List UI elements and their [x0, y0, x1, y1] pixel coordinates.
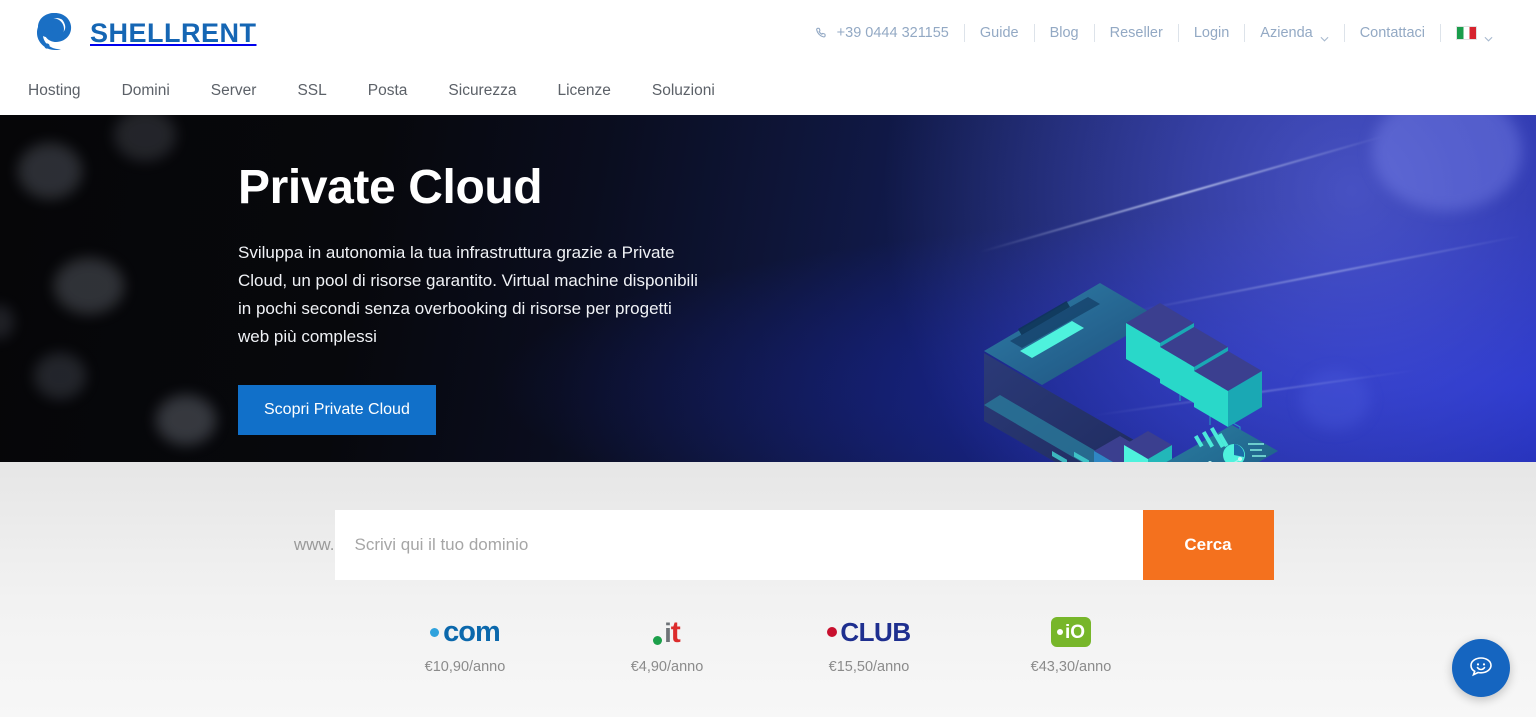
nav-item-soluzioni[interactable]: Soluzioni	[652, 82, 715, 100]
logo-text: SHELLRENT	[90, 17, 257, 48]
tld-item-club[interactable]: CLUB €15,50/anno	[814, 617, 924, 675]
tld-price-it: €4,90/anno	[630, 659, 704, 675]
dot-icon	[827, 627, 838, 637]
nav-item-domini[interactable]: Domini	[122, 82, 170, 100]
tld-price-com: €10,90/anno	[424, 659, 506, 675]
hero-title: Private Cloud	[238, 161, 543, 214]
nav-item-server[interactable]: Server	[211, 82, 257, 100]
tld-logo-io: iO	[1051, 617, 1091, 647]
utility-link-azienda[interactable]: Azienda	[1245, 25, 1343, 42]
language-selector[interactable]	[1441, 26, 1508, 42]
dot-icon	[653, 636, 663, 645]
hero-subtitle: Sviluppa in autonomia la tua infrastrutt…	[238, 243, 698, 347]
hero-content: Private Cloud Sviluppa in autonomia la t…	[0, 115, 700, 436]
nav-item-sicurezza[interactable]: Sicurezza	[448, 82, 516, 100]
tld-logo-it: it	[653, 617, 681, 647]
main-nav: Hosting Domini Server SSL Posta Sicurezz…	[0, 66, 1536, 115]
tld-price-club: €15,50/anno	[828, 659, 910, 675]
utility-link-contattaci[interactable]: Contattaci	[1345, 25, 1440, 41]
utility-link-login[interactable]: Login	[1179, 25, 1244, 41]
phone-link[interactable]: +39 0444 321155	[800, 25, 964, 41]
tld-item-io[interactable]: iO €43,30/anno	[1016, 617, 1126, 675]
domain-search-button[interactable]: Cerca	[1142, 510, 1274, 580]
tld-price-io: €43,30/anno	[1030, 659, 1112, 675]
utility-link-guide[interactable]: Guide	[965, 25, 1034, 41]
site-logo[interactable]: SHELLRENT	[28, 10, 257, 56]
phone-number: +39 0444 321155	[836, 25, 949, 41]
chevron-down-icon	[1320, 30, 1329, 42]
italy-flag-icon	[1456, 26, 1477, 40]
utility-link-azienda-label: Azienda	[1260, 25, 1313, 41]
hero-section: Private Cloud Sviluppa in autonomia la t…	[0, 115, 1536, 462]
chevron-down-icon	[1484, 30, 1493, 42]
isometric-cloud-servers-illustration	[948, 255, 1368, 462]
shell-swirl-icon	[28, 10, 80, 56]
tld-price-list: com €10,90/anno it €4,90/anno CLUB €15,5…	[0, 616, 1536, 676]
dot-icon	[430, 627, 440, 637]
tld-item-it[interactable]: it €4,90/anno	[612, 617, 722, 675]
nav-item-licenze[interactable]: Licenze	[557, 82, 610, 100]
tld-item-com[interactable]: com €10,90/anno	[410, 616, 520, 676]
domain-search-input[interactable]	[334, 510, 1143, 580]
nav-item-ssl[interactable]: SSL	[297, 82, 326, 100]
domain-search-row: www. Cerca	[0, 510, 1536, 580]
top-header-bar: SHELLRENT +39 0444 321155 Guide Blog Res…	[0, 0, 1536, 66]
dot-icon	[1056, 629, 1063, 635]
nav-item-posta[interactable]: Posta	[368, 82, 408, 100]
utility-nav: +39 0444 321155 Guide Blog Reseller Logi…	[800, 24, 1508, 42]
hero-cta-button[interactable]: Scopri Private Cloud	[238, 385, 436, 436]
utility-link-blog[interactable]: Blog	[1035, 25, 1094, 41]
nav-item-hosting[interactable]: Hosting	[28, 82, 81, 100]
phone-icon	[815, 26, 830, 41]
light-streak-decoration	[979, 135, 1385, 253]
tld-logo-com: com	[430, 616, 501, 648]
utility-link-reseller[interactable]: Reseller	[1095, 25, 1178, 41]
chat-widget-button[interactable]	[1452, 639, 1510, 697]
domain-search-section: www. Cerca com €10,90/anno it €4,90/anno…	[0, 462, 1536, 717]
tld-logo-club: CLUB	[827, 617, 911, 647]
chat-smiley-icon	[1466, 652, 1496, 685]
www-prefix-label: www.	[293, 535, 335, 554]
bokeh-decoration	[1372, 115, 1522, 211]
